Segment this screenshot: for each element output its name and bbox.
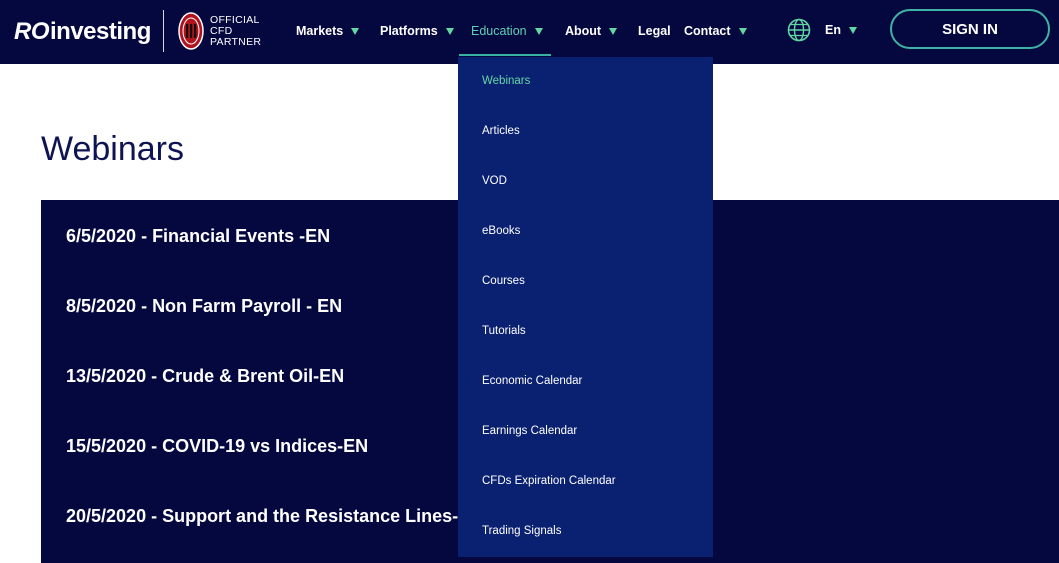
nav-label: Platforms [380, 24, 438, 38]
official-partner-badge: OFFICIAL CFD PARTNER [178, 11, 261, 51]
sign-in-button[interactable]: SIGN IN [890, 9, 1050, 49]
nav-label: About [565, 24, 602, 38]
nav-contact[interactable]: Contact [684, 22, 747, 40]
webinar-item[interactable]: 20/5/2020 - Support and the Resistance L… [66, 506, 483, 527]
roinvesting-logo[interactable]: RO investing [14, 16, 151, 48]
club-crest-icon [178, 12, 204, 50]
partner-line: PARTNER [210, 35, 262, 48]
chevron-down-icon [351, 27, 360, 35]
language-selector[interactable]: En [787, 18, 857, 42]
logo-text: investing [50, 18, 151, 45]
menu-item-cfds-expiration-calendar[interactable]: CFDs Expiration Calendar [482, 475, 616, 487]
chevron-down-icon [445, 27, 454, 35]
menu-item-trading-signals[interactable]: Trading Signals [482, 525, 561, 537]
menu-item-webinars[interactable]: Webinars [482, 75, 530, 87]
education-dropdown-menu: Webinars Articles VOD eBooks Courses Tut… [458, 57, 713, 557]
nav-education[interactable]: Education [471, 22, 543, 40]
nav-legal[interactable]: Legal [638, 22, 671, 40]
menu-item-earnings-calendar[interactable]: Earnings Calendar [482, 425, 577, 437]
menu-item-tutorials[interactable]: Tutorials [482, 325, 526, 337]
nav-about[interactable]: About [565, 22, 618, 40]
menu-item-vod[interactable]: VOD [482, 175, 507, 187]
nav-label: Markets [296, 24, 344, 38]
chevron-down-icon [848, 26, 857, 34]
page-title: Webinars [41, 130, 184, 168]
partner-line: OFFICIAL [210, 13, 260, 26]
nav-markets[interactable]: Markets [296, 22, 360, 40]
nav-label: Legal [638, 24, 671, 38]
webinar-item[interactable]: 6/5/2020 - Financial Events -EN [66, 226, 330, 247]
language-label: En [825, 23, 841, 37]
partner-text: OFFICIAL CFD PARTNER [210, 13, 262, 48]
logo-divider [163, 10, 164, 52]
nav-label: Contact [684, 24, 731, 38]
webinar-item[interactable]: 8/5/2020 - Non Farm Payroll - EN [66, 296, 342, 317]
chevron-down-icon [609, 27, 618, 35]
chevron-down-icon [534, 27, 543, 35]
menu-item-articles[interactable]: Articles [482, 125, 520, 137]
logo-mark: RO [14, 18, 50, 45]
partner-line: CFD [210, 24, 233, 37]
menu-item-ebooks[interactable]: eBooks [482, 225, 520, 237]
nav-active-underline [459, 54, 551, 56]
globe-icon [787, 18, 811, 42]
nav-platforms[interactable]: Platforms [380, 22, 454, 40]
top-navigation-bar: RO investing OFFICIAL CFD PARTNER Market… [0, 0, 1059, 64]
menu-item-courses[interactable]: Courses [482, 275, 525, 287]
nav-label: Education [471, 24, 527, 38]
webinar-item[interactable]: 13/5/2020 - Crude & Brent Oil-EN [66, 366, 344, 387]
chevron-down-icon [738, 27, 747, 35]
webinar-item[interactable]: 15/5/2020 - COVID-19 vs Indices-EN [66, 436, 368, 457]
menu-item-economic-calendar[interactable]: Economic Calendar [482, 375, 582, 387]
